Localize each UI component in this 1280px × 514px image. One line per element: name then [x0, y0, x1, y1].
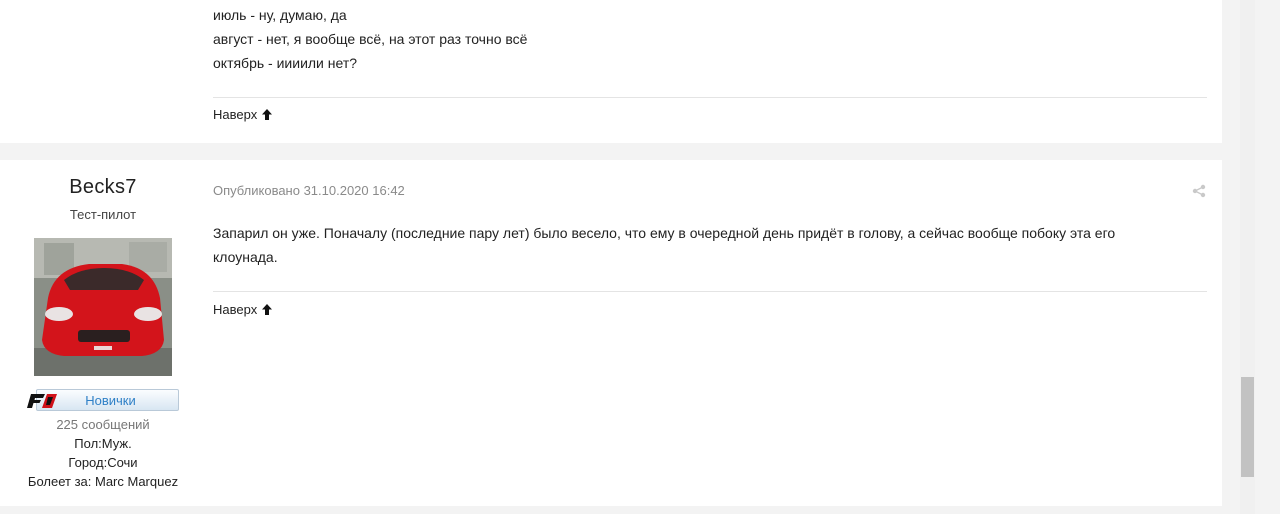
back-to-top-link[interactable]: Наверх: [213, 302, 273, 317]
post-text-line: клоунада.: [213, 249, 278, 265]
author-city: Город:Сочи: [68, 455, 138, 470]
post-divider: [213, 291, 1207, 292]
arrow-up-icon: [261, 303, 273, 316]
post-text-line: октябрь - иииили нет?: [213, 55, 358, 71]
avatar[interactable]: [34, 238, 172, 376]
post-divider: [213, 97, 1207, 98]
post-text-line: август - нет, я вообще всё, на этот раз …: [213, 31, 528, 47]
author-fan-of: Болеет за: Marc Marquez: [27, 474, 179, 489]
author-posts-count[interactable]: 225 сообщений: [0, 415, 206, 434]
author-name[interactable]: Becks7: [0, 176, 206, 199]
author-title: Тест-пилот: [69, 207, 137, 222]
previous-post: июль - ну, думаю, да август - нет, я воо…: [0, 0, 1222, 143]
forum-post: Becks7 Тест-пилот Новички 225 сообщений: [0, 160, 1222, 506]
post-text-line: Запарил он уже. Поначалу (последние пару…: [213, 225, 1116, 241]
arrow-up-icon: [261, 108, 273, 121]
back-to-top-link[interactable]: Наверх: [213, 107, 273, 122]
f1-logo: [27, 392, 59, 410]
scrollbar-thumb[interactable]: [1241, 377, 1254, 477]
author-gender: Пол:Муж.: [74, 436, 132, 451]
rank-badge-group: Новички: [27, 389, 179, 413]
post-date[interactable]: Опубликовано 31.10.2020 16:42: [213, 183, 405, 198]
post-text-line: июль - ну, думаю, да: [213, 7, 347, 23]
back-to-top-label: Наверх: [213, 107, 258, 122]
share-icon[interactable]: [1192, 184, 1206, 198]
back-to-top-label: Наверх: [213, 302, 258, 317]
